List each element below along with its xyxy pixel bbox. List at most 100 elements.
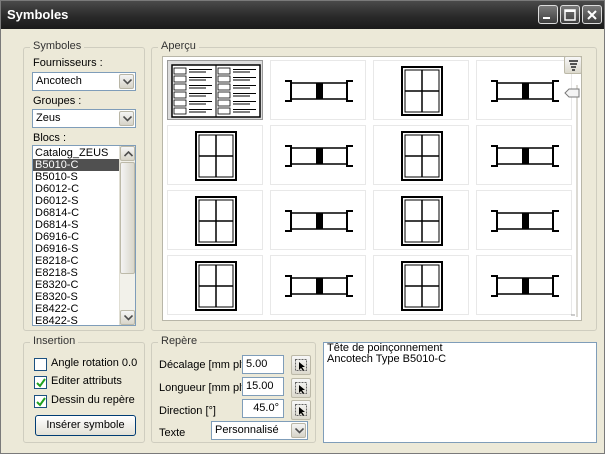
preview-cell-section[interactable] — [476, 190, 572, 250]
cursor-pick-icon — [295, 359, 307, 371]
scroll-down-button[interactable] — [120, 310, 135, 325]
list-item[interactable]: D6012-S — [33, 195, 119, 207]
section-symbol-icon — [285, 80, 353, 102]
list-item[interactable]: E8422-S — [33, 315, 119, 325]
cursor-pick-icon — [295, 404, 307, 416]
length-value: 15.00 — [246, 380, 274, 392]
section-symbol-icon — [285, 145, 353, 167]
plan-symbol-icon — [401, 131, 443, 181]
blocks-list[interactable]: Catalog_ZEUS B5010-C B5010-S D6012-C D6012-S… — [32, 145, 136, 326]
description-box[interactable]: Tête de poinçonnement Ancotech Type B5010… — [323, 342, 597, 443]
edit-attributes-checkbox[interactable] — [34, 376, 47, 389]
group-select[interactable]: Zeus — [32, 109, 136, 128]
plan-symbol-icon — [195, 131, 237, 181]
text-mode-dropdown-button[interactable] — [291, 423, 306, 438]
blocks-label: Blocs : — [33, 132, 67, 144]
window-title: Symboles — [7, 7, 69, 22]
text-mode-label: Texte — [159, 427, 186, 439]
list-item[interactable]: D6012-C — [33, 183, 119, 195]
preview-cell-plan[interactable] — [167, 125, 263, 185]
insert-symbol-button[interactable]: Insérer symbole — [35, 415, 136, 436]
scroll-up-button[interactable] — [120, 146, 135, 161]
groups-label: Groupes : — [33, 95, 82, 107]
length-pick-button[interactable] — [291, 378, 311, 398]
close-icon — [587, 10, 597, 20]
direction-label: Direction [°] — [159, 405, 216, 417]
list-item[interactable]: D6916-C — [33, 231, 119, 243]
list-item[interactable]: E8422-C — [33, 303, 119, 315]
list-item[interactable]: D6814-S — [33, 219, 119, 231]
minimize-icon — [543, 17, 550, 19]
list-item[interactable]: D6916-S — [33, 243, 119, 255]
list-item[interactable]: D6814-C — [33, 207, 119, 219]
draw-marker-checkbox[interactable] — [34, 395, 47, 408]
rotation-angle-checkbox[interactable] — [34, 358, 47, 371]
zoom-icon — [569, 60, 578, 71]
length-input[interactable]: 15.00 — [242, 377, 284, 396]
list-item[interactable]: E8218-C — [33, 255, 119, 267]
supplier-value: Ancotech — [36, 75, 82, 87]
plan-symbol-icon — [195, 261, 237, 311]
preview-cell-section[interactable] — [476, 255, 572, 315]
plan-symbol-icon — [401, 66, 443, 116]
blocks-scrollbar[interactable] — [119, 146, 135, 325]
text-mode-select[interactable]: Personnalisé — [211, 421, 308, 440]
insert-symbol-label: Insérer symbole — [46, 419, 125, 431]
preview-cell-plan[interactable] — [373, 60, 469, 120]
text-mode-value: Personnalisé — [215, 424, 279, 436]
list-item[interactable]: B5010-S — [33, 171, 119, 183]
preview-cell-section[interactable] — [476, 60, 572, 120]
catalog-symbol-icon — [171, 64, 261, 118]
list-item[interactable]: E8218-S — [33, 267, 119, 279]
chevron-up-icon — [124, 151, 133, 157]
zoom-slider[interactable] — [563, 81, 585, 321]
offset-label: Décalage [mm plt] — [159, 359, 248, 371]
section-symbol-icon — [491, 80, 559, 102]
preview-cell-section[interactable] — [270, 255, 366, 315]
preview-cell-plan[interactable] — [373, 190, 469, 250]
maximize-icon — [564, 9, 576, 21]
draw-marker-label: Dessin du repère — [51, 394, 135, 406]
list-item[interactable]: B5010-C — [33, 159, 119, 171]
zoom-slider-button[interactable] — [564, 56, 582, 74]
preview-cell-section[interactable] — [270, 190, 366, 250]
direction-pick-button[interactable] — [291, 400, 311, 420]
supplier-dropdown-button[interactable] — [119, 74, 134, 89]
preview-cell-section[interactable] — [270, 60, 366, 120]
plan-symbol-icon — [401, 261, 443, 311]
symbols-legend: Symboles — [30, 40, 85, 52]
group-dropdown-button[interactable] — [119, 111, 134, 126]
section-symbol-icon — [491, 275, 559, 297]
minimize-button[interactable] — [538, 5, 558, 24]
scroll-thumb[interactable] — [120, 162, 135, 274]
chevron-down-icon — [295, 428, 304, 434]
title-bar[interactable]: Symboles — [1, 1, 604, 29]
length-label: Longueur [mm plt] — [159, 382, 248, 394]
preview-cell-plan[interactable] — [167, 255, 263, 315]
chevron-down-icon — [123, 79, 132, 85]
preview-cell-catalog[interactable] — [167, 60, 263, 120]
chevron-down-icon — [124, 315, 133, 321]
maximize-button[interactable] — [560, 5, 580, 24]
list-item[interactable]: E8320-S — [33, 291, 119, 303]
preview-cell-plan[interactable] — [167, 190, 263, 250]
section-symbol-icon — [285, 275, 353, 297]
rotation-angle-label: Angle rotation 0.0 — [51, 357, 138, 369]
plan-symbol-icon — [401, 196, 443, 246]
checkmark-icon — [36, 397, 46, 407]
section-symbol-icon — [491, 210, 559, 232]
direction-input[interactable]: 45.0° — [242, 399, 284, 418]
preview-cell-section[interactable] — [476, 125, 572, 185]
plan-symbol-icon — [195, 196, 237, 246]
offset-input[interactable]: 5.00 — [242, 355, 284, 374]
offset-pick-button[interactable] — [291, 355, 311, 375]
preview-cell-plan[interactable] — [373, 255, 469, 315]
supplier-select[interactable]: Ancotech — [32, 72, 136, 91]
close-button[interactable] — [582, 5, 602, 24]
symbols-dialog: Symboles Symboles Fournisseurs : Ancotec… — [0, 0, 605, 454]
preview-cell-plan[interactable] — [373, 125, 469, 185]
cursor-pick-icon — [295, 382, 307, 394]
list-item[interactable]: Catalog_ZEUS — [33, 147, 119, 159]
list-item[interactable]: E8320-C — [33, 279, 119, 291]
preview-cell-section[interactable] — [270, 125, 366, 185]
